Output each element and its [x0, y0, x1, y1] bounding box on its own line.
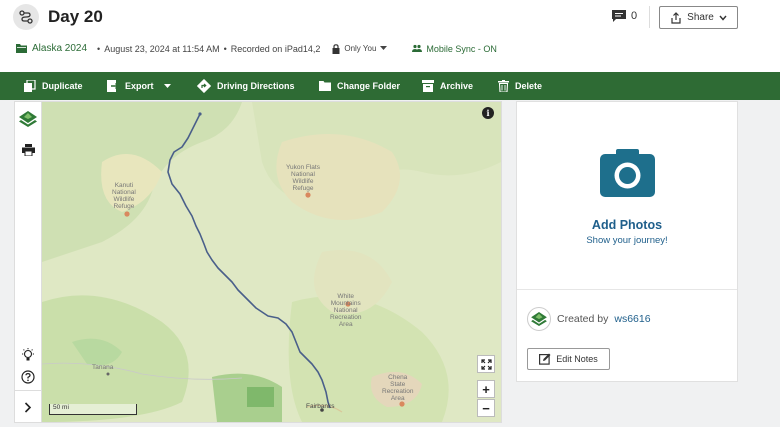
creator-info: Created by ws6616: [527, 307, 651, 331]
privacy-label: Only You: [344, 44, 377, 53]
folder-link[interactable]: Alaska 2024: [16, 43, 87, 54]
map-side-tools: [15, 102, 42, 422]
archive-icon: [422, 80, 434, 92]
lock-icon: [332, 43, 340, 54]
folder-name: Alaska 2024: [32, 43, 88, 54]
user-avatar-icon: [531, 312, 547, 326]
mobile-sync-status[interactable]: Mobile Sync - ON: [412, 44, 497, 54]
chevron-down-icon: [719, 15, 727, 21]
map-label-white-mountains: White Mountains National Recreation Area: [330, 293, 362, 328]
share-icon: [671, 11, 681, 24]
duplicate-button[interactable]: Duplicate: [24, 72, 83, 100]
zoom-out-button[interactable]: −: [477, 399, 495, 417]
comment-icon: [612, 10, 626, 22]
track-meta: Alaska 2024 • August 23, 2024 at 11:54 A…: [16, 43, 497, 54]
lightbulb-icon: [22, 348, 34, 361]
map-label-yukon-flats: Yukon Flats National Wildlife Refuge: [286, 164, 320, 192]
folder-icon: [16, 44, 27, 53]
caret-down-icon: [163, 83, 171, 88]
duplicate-icon: [24, 80, 36, 92]
delete-button[interactable]: Delete: [498, 72, 542, 100]
add-photos-area[interactable]: Add Photos Show your journey!: [517, 102, 737, 290]
map-help-button[interactable]: [15, 364, 41, 390]
show-journey-label: Show your journey!: [586, 235, 668, 246]
recorded-device: Recorded on iPad14,2: [230, 43, 321, 54]
created-by-label: Created by: [557, 313, 609, 325]
track-date: August 23, 2024 at 11:54 AM: [104, 43, 220, 54]
export-button[interactable]: Export: [107, 72, 171, 100]
expand-panel-button[interactable]: [15, 394, 41, 420]
comment-count: 0: [631, 10, 638, 22]
sync-icon: [412, 44, 423, 52]
archive-button[interactable]: Archive: [422, 72, 473, 100]
share-button[interactable]: Share: [659, 6, 738, 29]
print-icon: [21, 144, 35, 156]
zoom-in-button[interactable]: +: [477, 380, 495, 398]
map-label-chena: Chena State Recreation Area: [382, 374, 414, 402]
sync-label: Mobile Sync - ON: [426, 43, 497, 54]
edit-notes-button[interactable]: Edit Notes: [527, 348, 610, 370]
map-container: Kanuti National Wildlife Refuge Yukon Fl…: [14, 101, 502, 423]
divider: [649, 6, 650, 28]
export-icon: [107, 80, 119, 92]
camera-icon: [600, 149, 655, 197]
trash-icon: [498, 80, 509, 92]
map-label-fairbanks: Fairbanks: [306, 403, 335, 410]
driving-directions-button[interactable]: Driving Directions: [197, 72, 295, 100]
change-folder-button[interactable]: Change Folder: [319, 72, 400, 100]
page-title: Day 20: [48, 7, 103, 26]
chevron-right-icon: [24, 401, 32, 413]
track-side-panel: Add Photos Show your journey! Created by…: [516, 101, 738, 382]
map-info-button[interactable]: i: [482, 107, 494, 119]
comments-button[interactable]: 0: [611, 9, 637, 23]
creator-username-link[interactable]: ws6616: [614, 313, 650, 325]
fullscreen-icon: [480, 358, 492, 370]
print-map-button[interactable]: [15, 137, 41, 163]
trail-map[interactable]: Kanuti National Wildlife Refuge Yukon Fl…: [42, 102, 501, 422]
caret-down-icon: [380, 46, 388, 50]
add-photos-label[interactable]: Add Photos: [517, 218, 737, 232]
header: Day 20 0 Share Alaska 2024 • August 23, …: [0, 0, 780, 72]
map-label-kanuti: Kanuti National Wildlife Refuge: [112, 182, 136, 210]
edit-icon: [539, 353, 551, 365]
directions-icon: [197, 79, 211, 93]
help-icon: [21, 370, 35, 384]
track-type-icon: [13, 4, 39, 30]
folder-icon: [319, 81, 331, 91]
avatar[interactable]: [527, 307, 551, 331]
map-label-tanana: Tanana: [92, 364, 114, 371]
fullscreen-button[interactable]: [477, 355, 495, 373]
layers-icon: [19, 111, 37, 127]
share-label: Share: [687, 12, 714, 23]
privacy-dropdown[interactable]: Only You: [332, 43, 388, 54]
map-canvas: [42, 102, 501, 422]
action-toolbar: Duplicate Export Driving Directions Chan…: [0, 72, 780, 100]
map-layers-button[interactable]: [15, 106, 41, 132]
map-scale-bar: 50 mi: [49, 404, 137, 415]
